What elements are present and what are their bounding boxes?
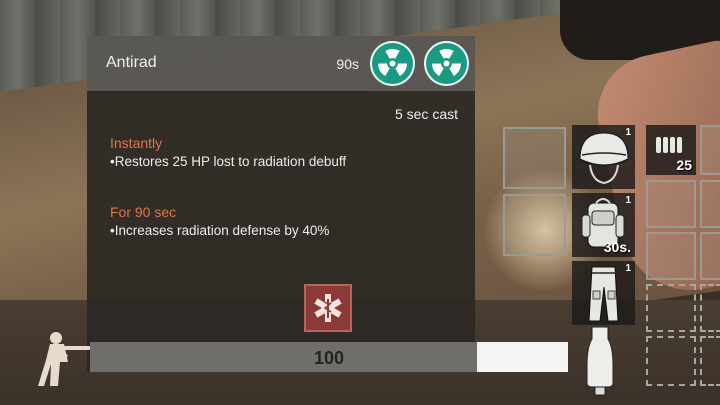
durability-bar: 100	[90, 342, 568, 372]
inventory-slot-empty[interactable]	[700, 232, 720, 280]
inventory-slot-locked[interactable]	[646, 284, 696, 332]
inventory-slot-empty[interactable]	[503, 194, 566, 256]
pants-count: 1	[625, 263, 631, 274]
soldier-stance-icon	[38, 330, 90, 393]
inventory-slot-empty[interactable]	[700, 125, 720, 175]
effect-label-instant: Instantly	[110, 135, 163, 151]
backpack-timer: 30s.	[603, 239, 631, 255]
radiation-icon	[424, 41, 469, 86]
effect-label-timed: For 90 sec	[110, 204, 177, 220]
helmet-slot[interactable]: 1	[572, 125, 635, 189]
tooltip-header: Antirad 90s	[87, 36, 475, 91]
ammo-count: 25	[676, 157, 692, 173]
inventory-slot-empty[interactable]	[700, 180, 720, 228]
inventory-slot-locked[interactable]	[646, 336, 696, 386]
item-title: Antirad	[106, 54, 157, 71]
ammo-slot[interactable]: 25	[646, 125, 696, 175]
inventory-slot-locked[interactable]	[700, 336, 720, 386]
helmet-count: 1	[625, 127, 631, 138]
pants-slot[interactable]: 1	[572, 261, 635, 325]
inventory-slot-empty[interactable]	[646, 232, 696, 280]
inventory-slot-locked[interactable]	[700, 284, 720, 332]
backpack-count: 1	[625, 195, 631, 206]
inventory-slot-empty[interactable]	[503, 127, 566, 189]
durability-value: 100	[313, 348, 345, 368]
cast-time: 5 sec cast	[394, 106, 458, 122]
effect-duration: 90s	[336, 56, 359, 72]
item-tooltip: Antirad 90s 5 sec cast Instantly •Restor…	[87, 36, 475, 372]
medical-icon[interactable]	[304, 284, 352, 332]
bottle-icon[interactable]	[586, 325, 614, 402]
effect-text-timed: •Increases radiation defense by 40%	[110, 223, 330, 238]
effect-text-instant: •Restores 25 HP lost to radiation debuff	[110, 154, 347, 169]
radiation-icon	[370, 41, 415, 86]
backpack-slot[interactable]: 1 30s.	[572, 193, 635, 257]
inventory-slot-empty[interactable]	[646, 180, 696, 228]
